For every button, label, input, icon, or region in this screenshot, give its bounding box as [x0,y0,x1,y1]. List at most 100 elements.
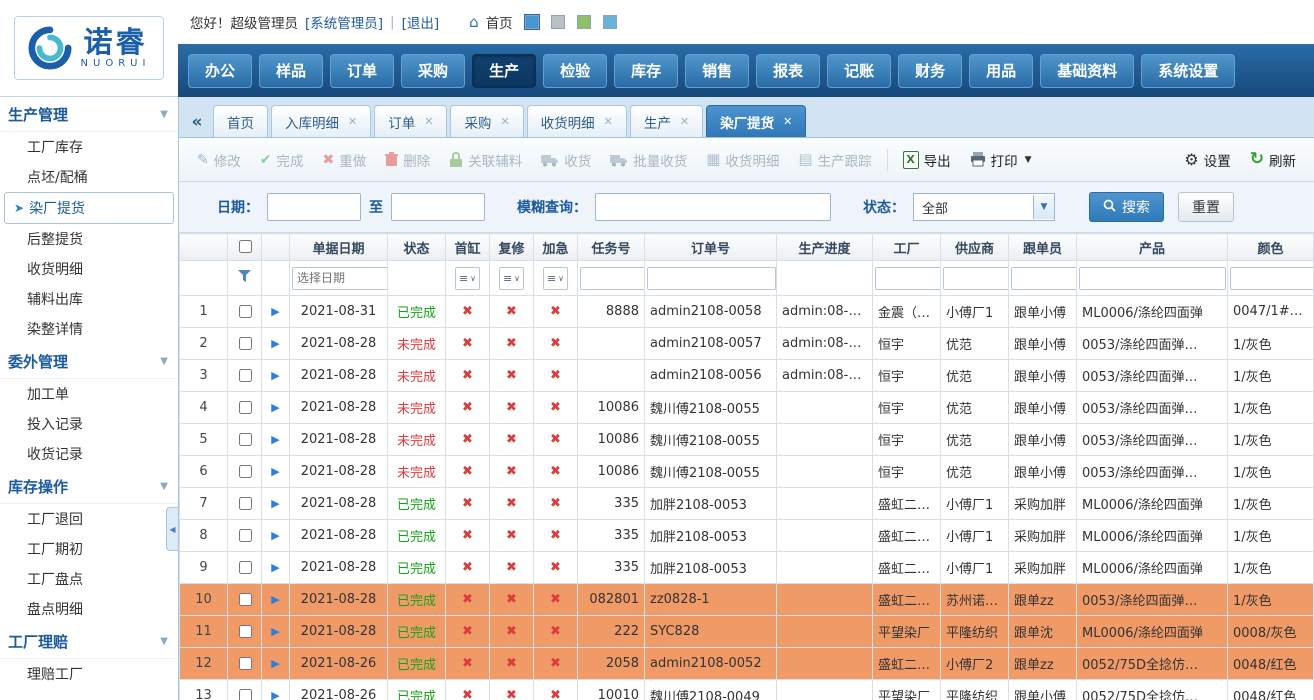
theme-swatch[interactable] [551,15,565,29]
first-vat-filter-select[interactable]: ≡∨ [455,267,480,290]
col-task-no[interactable]: 任务号 [578,234,645,261]
row-checkbox[interactable] [239,561,252,574]
sidebar-item-stocktake-details[interactable]: 盘点明细 [0,594,178,624]
table-row[interactable]: 1 ▶ 2021-08-31 已完成 ✖ ✖ ✖ 8888 admin2108-… [180,296,1314,328]
sidebar-section-inventory-ops[interactable]: 库存操作 ▼ [0,469,178,504]
row-expand-icon[interactable]: ▶ [271,625,279,638]
table-row[interactable]: 4 ▶ 2021-08-28 未完成 ✖ ✖ ✖ 10086 魏川傅2108-0… [180,392,1314,424]
table-row[interactable]: 10 ▶ 2021-08-28 已完成 ✖ ✖ ✖ 082801 zz0828-… [180,584,1314,616]
nav-item-purchase[interactable]: 采购 [401,54,465,88]
date-from-input[interactable] [267,193,361,221]
col-color[interactable]: 颜色 [1228,234,1314,261]
sidebar-item-accessory-outbound[interactable]: 辅料出库 [0,284,178,314]
toolbar-receipt-detail-button[interactable]: ▦ 收货明细 [698,144,787,176]
sidebar-item-input-records[interactable]: 投入记录 [0,409,178,439]
toolbar-redo-button[interactable]: ✖ 重做 [314,144,374,176]
row-checkbox[interactable] [239,305,252,318]
row-expand-icon[interactable]: ▶ [271,593,279,606]
col-merchandiser[interactable]: 跟单员 [1009,234,1077,261]
row-expand-icon[interactable]: ▶ [271,433,279,446]
row-checkbox[interactable] [239,433,252,446]
tab-orders[interactable]: 订单 ✕ [374,105,447,137]
table-row[interactable]: 9 ▶ 2021-08-28 已完成 ✖ ✖ ✖ 335 加胖2108-0053… [180,552,1314,584]
logout-link[interactable]: [退出] [402,12,440,32]
select-all-checkbox[interactable] [239,240,252,253]
toolbar-link-accessories-button[interactable]: 关联辅料 [441,144,530,176]
col-date[interactable]: 单据日期 [290,234,388,261]
filter-funnel-icon[interactable] [238,270,251,282]
row-checkbox[interactable] [239,369,252,382]
toolbar-edit-button[interactable]: ✎ 修改 [189,144,249,176]
table-row[interactable]: 8 ▶ 2021-08-28 已完成 ✖ ✖ ✖ 335 加胖2108-0053… [180,520,1314,552]
row-expand-icon[interactable]: ▶ [271,305,279,318]
toolbar-delete-button[interactable]: 删除 [377,144,438,176]
toolbar-receive-button[interactable]: 收货 [533,144,599,176]
sidebar-item-factory-opening[interactable]: 工厂期初 [0,534,178,564]
fuzzy-query-input[interactable] [595,193,831,221]
row-expand-icon[interactable]: ▶ [271,689,279,700]
nav-item-inspection[interactable]: 检验 [543,54,607,88]
sidebar-item-factory-return[interactable]: 工厂退回 [0,504,178,534]
role-link[interactable]: [系统管理员] [305,12,383,32]
close-icon[interactable]: ✕ [604,115,613,128]
row-checkbox[interactable] [239,497,252,510]
nav-item-inventory[interactable]: 库存 [614,54,678,88]
toolbar-batch-receive-button[interactable]: 批量收货 [602,144,695,176]
close-icon[interactable]: ✕ [424,115,433,128]
close-icon[interactable]: ✕ [783,115,792,128]
row-checkbox[interactable] [239,689,252,700]
row-checkbox[interactable] [239,529,252,542]
sidebar-item-greige-allocation[interactable]: 点坯/配桶 [0,162,178,192]
toolbar-production-track-button[interactable]: ▤ 生产跟踪 [790,144,879,176]
row-checkbox[interactable] [239,625,252,638]
col-product[interactable]: 产品 [1077,234,1228,261]
row-expand-icon[interactable]: ▶ [271,657,279,670]
sidebar-item-processing-order[interactable]: 加工单 [0,379,178,409]
search-button[interactable]: 搜索 [1089,192,1164,222]
row-expand-icon[interactable]: ▶ [271,561,279,574]
row-checkbox[interactable] [239,593,252,606]
nav-item-sample[interactable]: 样品 [259,54,323,88]
theme-swatch[interactable] [525,15,539,29]
date-to-input[interactable] [391,193,485,221]
sidebar-item-factory-stocktake[interactable]: 工厂盘点 [0,564,178,594]
row-checkbox[interactable] [239,401,252,414]
row-expand-icon[interactable]: ▶ [271,369,279,382]
table-row[interactable]: 7 ▶ 2021-08-28 已完成 ✖ ✖ ✖ 335 加胖2108-0053… [180,488,1314,520]
tab-production[interactable]: 生产 ✕ [630,105,703,137]
sidebar-section-outsourcing-mgmt[interactable]: 委外管理 ▼ [0,344,178,379]
nav-item-report[interactable]: 报表 [756,54,820,88]
tab-home[interactable]: 首页 [213,105,268,137]
sidebar-collapse-handle[interactable]: ◀ [166,507,178,551]
tab-scroll-left-button[interactable]: « [184,107,210,137]
row-expand-icon[interactable]: ▶ [271,529,279,542]
table-row[interactable]: 3 ▶ 2021-08-28 未完成 ✖ ✖ ✖ admin2108-0056 … [180,360,1314,392]
row-expand-icon[interactable]: ▶ [271,337,279,350]
close-icon[interactable]: ✕ [680,115,689,128]
nav-item-base-data[interactable]: 基础资料 [1040,54,1134,88]
product-filter-input[interactable] [1079,267,1226,290]
row-checkbox[interactable] [239,657,252,670]
sidebar-item-receiving-records[interactable]: 收货记录 [0,439,178,469]
table-row[interactable]: 6 ▶ 2021-08-28 未完成 ✖ ✖ ✖ 10086 魏川傅2108-0… [180,456,1314,488]
toolbar-export-button[interactable]: X 导出 [895,144,959,176]
status-select[interactable]: 全部 ▼ [913,193,1055,221]
col-first-vat[interactable]: 首缸 [446,234,490,261]
task-no-filter-input[interactable] [580,267,645,290]
nav-item-bookkeeping[interactable]: 记账 [827,54,891,88]
sidebar-item-dye-factory-pickup[interactable]: ➤ 染厂提货 [4,192,174,224]
theme-swatch[interactable] [603,15,617,29]
date-filter-input[interactable] [292,267,388,290]
reset-button[interactable]: 重置 [1178,192,1234,222]
sidebar-item-factory-inventory[interactable]: 工厂库存 [0,132,178,162]
theme-swatch[interactable] [577,15,591,29]
factory-filter-input[interactable] [875,267,941,290]
table-row[interactable]: 5 ▶ 2021-08-28 未完成 ✖ ✖ ✖ 10086 魏川傅2108-0… [180,424,1314,456]
sidebar-item-receipt-details[interactable]: 收货明细 [0,254,178,284]
row-checkbox[interactable] [239,465,252,478]
urgent-filter-select[interactable]: ≡∨ [543,267,568,290]
col-supplier[interactable]: 供应商 [941,234,1009,261]
color-filter-input[interactable] [1230,267,1314,290]
tab-dye-factory-pickup[interactable]: 染厂提货 ✕ [706,105,806,137]
close-icon[interactable]: ✕ [500,115,509,128]
